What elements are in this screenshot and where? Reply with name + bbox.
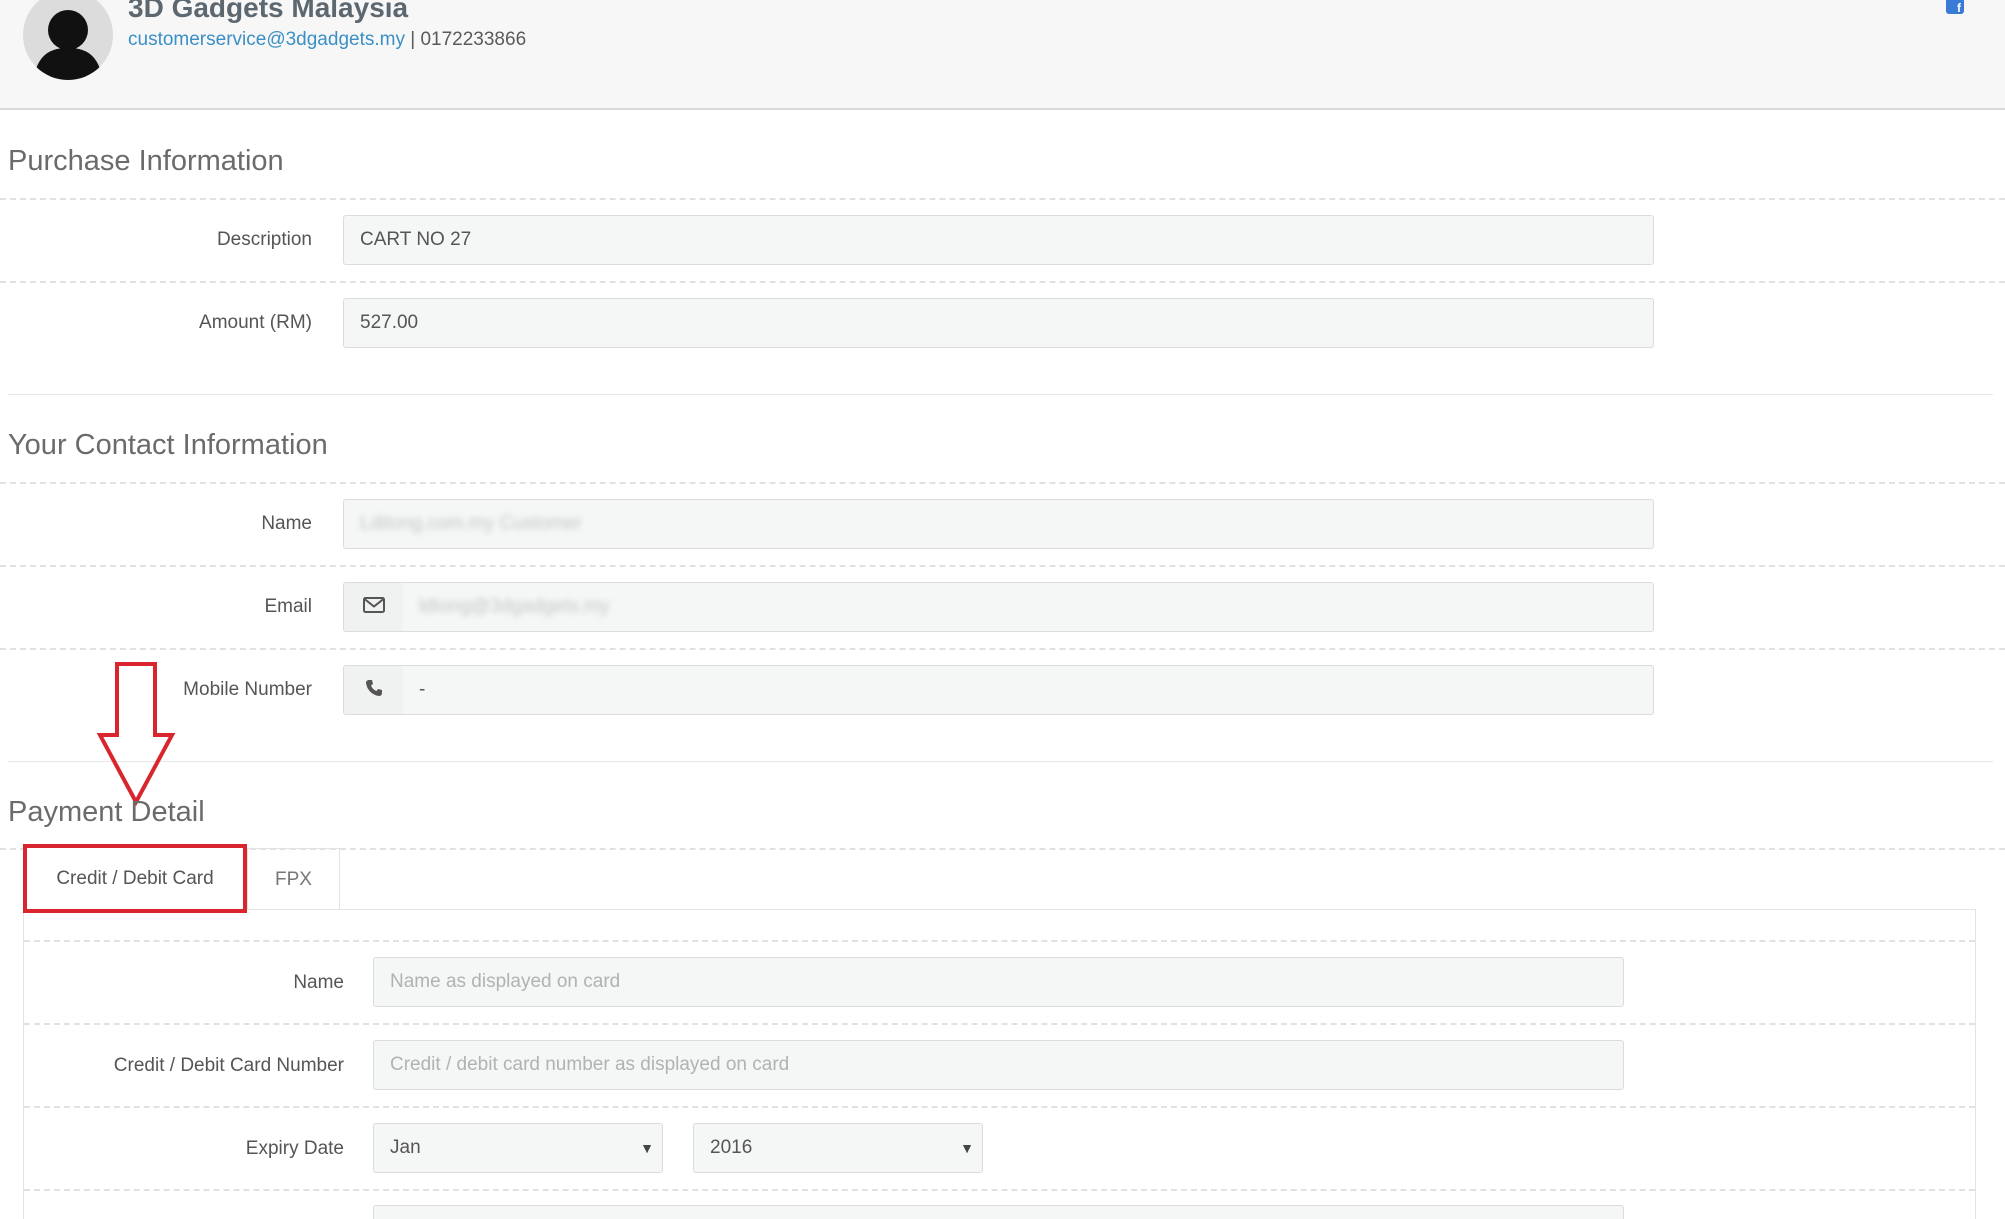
divider <box>0 281 2005 283</box>
tab-credit-debit-card[interactable]: Credit / Debit Card <box>23 844 247 913</box>
phone-addon <box>343 665 404 715</box>
amount-field: 527.00 <box>343 298 1654 348</box>
contact-email-field[interactable]: ldtong@3dgadgets.my <box>403 582 1654 632</box>
contact-email-label: Email <box>264 596 312 617</box>
merchant-contact: customerservice@3dgadgets.my | 017223386… <box>128 29 526 51</box>
tab-fpx[interactable]: FPX <box>247 848 340 910</box>
merchant-name: 3D Gadgets Malaysia <box>128 0 409 23</box>
purchase-section-title: Purchase Information <box>8 145 284 177</box>
facebook-icon[interactable]: f <box>1946 0 1964 15</box>
description-field: CART NO 27 <box>343 215 1654 265</box>
divider <box>24 1189 1975 1191</box>
mobile-field[interactable]: - <box>403 665 1654 715</box>
expiry-month-select[interactable]: Jan ▼ <box>373 1123 663 1173</box>
divider <box>0 198 2005 200</box>
divider <box>0 648 2005 650</box>
description-label: Description <box>216 229 312 250</box>
card-name-label: Name <box>293 972 344 993</box>
contact-section-title: Your Contact Information <box>8 429 328 461</box>
section-divider <box>8 761 1993 762</box>
annotation-arrow <box>96 661 177 807</box>
section-divider <box>8 394 1993 395</box>
envelope-icon <box>362 596 385 618</box>
merchant-email-link[interactable]: customerservice@3dgadgets.my <box>128 29 405 50</box>
expiry-year-value: 2016 <box>710 1137 753 1158</box>
contact-name-value: Lditong.com.my Customer <box>360 513 582 534</box>
divider <box>24 940 1975 942</box>
divider <box>24 1106 1975 1108</box>
card-number-label: Credit / Debit Card Number <box>113 1055 344 1076</box>
card-number-input[interactable]: Credit / debit card number as displayed … <box>373 1040 1624 1090</box>
contact-email-value: ldtong@3dgadgets.my <box>419 596 610 617</box>
phone-icon <box>365 679 383 702</box>
card-cvv-input[interactable] <box>373 1205 1624 1219</box>
email-addon <box>343 582 404 632</box>
chevron-down-icon: ▼ <box>960 1140 974 1156</box>
payment-section-title: Payment Detail <box>8 796 205 828</box>
divider <box>24 1023 1975 1025</box>
card-name-input[interactable]: Name as displayed on card <box>373 957 1624 1007</box>
chevron-down-icon: ▼ <box>640 1140 654 1156</box>
merchant-phone: 0172233866 <box>420 29 527 50</box>
expiry-month-value: Jan <box>390 1137 421 1158</box>
contact-name-field[interactable]: Lditong.com.my Customer <box>343 499 1654 549</box>
expiry-year-select[interactable]: 2016 ▼ <box>693 1123 983 1173</box>
expiry-label: Expiry Date <box>245 1138 344 1159</box>
amount-label: Amount (RM) <box>199 312 312 333</box>
contact-separator: | <box>410 29 416 50</box>
divider <box>0 565 2005 567</box>
divider <box>0 482 2005 484</box>
contact-name-label: Name <box>261 513 312 534</box>
